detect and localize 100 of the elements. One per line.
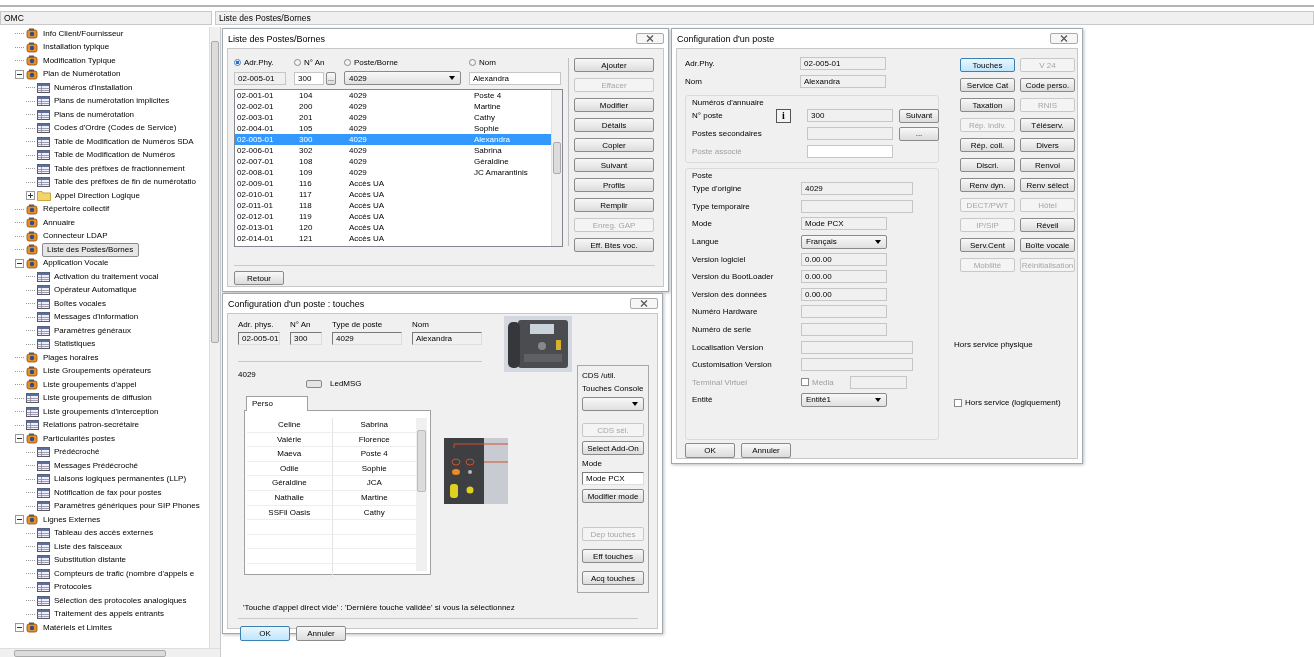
button[interactable]: Discri. <box>960 158 1015 172</box>
tree-item[interactable]: Sélection des protocoles analogiques <box>53 594 188 607</box>
button[interactable]: Renv sélect <box>1020 178 1075 192</box>
modify-mode-button[interactable]: Modifier mode <box>582 489 644 503</box>
button[interactable]: Renvoi <box>1020 158 1075 172</box>
tree-item[interactable]: Annuaire <box>42 216 77 229</box>
close-button[interactable] <box>1050 33 1078 44</box>
expand-toggle[interactable] <box>15 515 24 525</box>
tree-item[interactable]: Application Vocale <box>42 257 110 270</box>
input-field[interactable]: 0.00.00 <box>801 287 887 301</box>
key-cell[interactable]: Valérie <box>247 432 332 447</box>
tree-item[interactable]: Notification de fax pour postes <box>53 486 163 499</box>
list-row[interactable]: 02-003-01 201 4029 Cathy <box>235 112 551 123</box>
button[interactable]: Détails <box>574 118 654 132</box>
input-field[interactable] <box>807 127 893 141</box>
button[interactable]: Suivant <box>574 158 654 172</box>
tree-item[interactable]: Table des préfixes de fractionnement <box>53 162 186 175</box>
input-field[interactable]: Alexandra <box>412 332 482 345</box>
button[interactable]: Téléserv. <box>1020 118 1075 132</box>
list-row[interactable]: 02-010-01 117 Accès UA <box>235 189 551 200</box>
tree-item[interactable]: Installation typique <box>42 41 111 54</box>
radio-button[interactable]: Nom <box>469 58 563 67</box>
expand-toggle[interactable] <box>15 623 24 633</box>
tree-item[interactable]: Compteurs de trafic (nombre d'appels e <box>53 567 196 580</box>
button[interactable]: Rép. coll. <box>960 138 1015 152</box>
list-row[interactable]: 02-014-01 121 Accès UA <box>235 233 551 244</box>
checkbox[interactable]: Hors service (logiquement) <box>954 398 1075 407</box>
tree-item[interactable]: Plans de numérotation implicites <box>53 95 171 108</box>
button[interactable]: Code perso. <box>1020 78 1075 92</box>
radio-button[interactable]: Adr.Phy. <box>234 58 294 67</box>
button[interactable]: Serv.Cent <box>960 238 1015 252</box>
tree-item[interactable]: Répertoire collectif <box>42 203 111 216</box>
tree-item[interactable]: Plan de Numérotation <box>42 68 122 81</box>
tree-item[interactable]: Liste des faisceaux <box>53 540 124 553</box>
tree-item[interactable]: Lignes Externes <box>42 513 102 526</box>
dropdown[interactable]: Entité1 <box>801 392 887 407</box>
list-row[interactable]: 02-011-01 118 Accès UA <box>235 200 551 211</box>
radio-button[interactable]: N° An <box>294 58 344 67</box>
input-field[interactable]: 02-005-01 <box>800 57 886 71</box>
list-row[interactable]: 02-002-01 200 4029 Martine <box>235 101 551 112</box>
tree-item[interactable]: Activation du traitement vocal <box>53 270 160 283</box>
input-field[interactable]: 0.00.00 <box>801 252 887 266</box>
button[interactable]: Boîte vocale <box>1020 238 1075 252</box>
button[interactable]: Réveil <box>1020 218 1075 232</box>
button[interactable]: Select Add-On <box>582 441 644 455</box>
input-field[interactable] <box>801 305 887 319</box>
expand-toggle[interactable] <box>15 258 24 268</box>
tree-item[interactable]: Table de Modification de Numéros SDA <box>53 135 195 148</box>
button[interactable]: Copier <box>574 138 654 152</box>
key-cell[interactable]: Maeva <box>247 447 332 461</box>
address-field[interactable]: 02-005-01 <box>234 71 286 85</box>
tab[interactable]: Perso <box>246 396 308 411</box>
button[interactable]: ... <box>899 126 939 141</box>
tree-item[interactable]: Prédécroché <box>53 446 101 459</box>
input-field[interactable] <box>801 323 887 336</box>
tree-item[interactable]: Numéros d'installation <box>53 81 134 94</box>
scrollbar[interactable] <box>209 27 220 648</box>
input-field[interactable]: Mode PCX <box>801 217 887 231</box>
radio-button[interactable]: Poste/Borne <box>344 58 469 67</box>
button[interactable]: Renv dyn. <box>960 178 1015 192</box>
list-row[interactable]: 02-008-01 109 4029 JC Amarantinis <box>235 167 551 178</box>
button[interactable]: Divers <box>1020 138 1075 152</box>
tree-item[interactable]: Boîtes vocales <box>53 297 108 310</box>
button[interactable]: Remplir <box>574 198 654 212</box>
input-field[interactable] <box>801 340 913 354</box>
tree-item[interactable]: Codes d'Ordre (Codes de Service) <box>53 122 178 135</box>
key-cell[interactable]: Celine <box>247 418 332 432</box>
tree-item[interactable]: Info Client/Fournisseur <box>42 27 125 40</box>
tree-item[interactable]: Connecteur LDAP <box>42 230 109 243</box>
tree-item[interactable]: Opérateur Automatique <box>53 284 138 297</box>
input-field[interactable] <box>807 144 893 158</box>
list-row[interactable]: 02-006-01 302 4029 Sabrina <box>235 145 551 156</box>
tree-item[interactable]: Liste groupements de diffusion <box>42 392 153 405</box>
input-field[interactable]: 0.00.00 <box>801 270 887 284</box>
scrollbar[interactable] <box>551 90 562 246</box>
expand-toggle[interactable] <box>15 434 24 444</box>
input-field[interactable]: 300 <box>290 332 322 345</box>
key-cell[interactable]: SSFil Oasis <box>247 505 332 520</box>
expand-toggle[interactable] <box>15 69 24 79</box>
back-button[interactable]: Retour <box>234 271 284 285</box>
tree-item[interactable]: Particularités postes <box>42 432 117 445</box>
button[interactable]: OK <box>240 626 290 641</box>
name-field[interactable]: Alexandra <box>469 71 561 85</box>
input-field[interactable]: Alexandra <box>800 74 886 88</box>
button[interactable]: Acq touches <box>582 571 644 585</box>
dropdown[interactable]: Français <box>801 234 887 249</box>
tree-item[interactable]: Tableau des accès externes <box>53 527 155 540</box>
input-field[interactable]: 4029 <box>332 332 402 345</box>
tree-item[interactable]: Liste des Postes/Bornes <box>42 242 140 257</box>
key-cell[interactable]: Géraldine <box>247 476 332 490</box>
list-row[interactable]: 02-007-01 108 4029 Géraldine <box>235 156 551 167</box>
button[interactable]: Annuler <box>296 626 346 641</box>
scrollbar[interactable] <box>0 648 220 657</box>
list-row[interactable]: 02-013-01 120 Accès UA <box>235 222 551 233</box>
tree-item[interactable]: Liste Groupements opérateurs <box>42 365 153 378</box>
button[interactable]: Suivant <box>899 109 939 123</box>
tree-item[interactable]: Plans de numérotation <box>53 108 136 121</box>
input-field[interactable] <box>801 199 913 213</box>
button[interactable]: Ajouter <box>574 58 654 72</box>
tree-item[interactable]: Table de Modification de Numéros <box>53 149 176 162</box>
